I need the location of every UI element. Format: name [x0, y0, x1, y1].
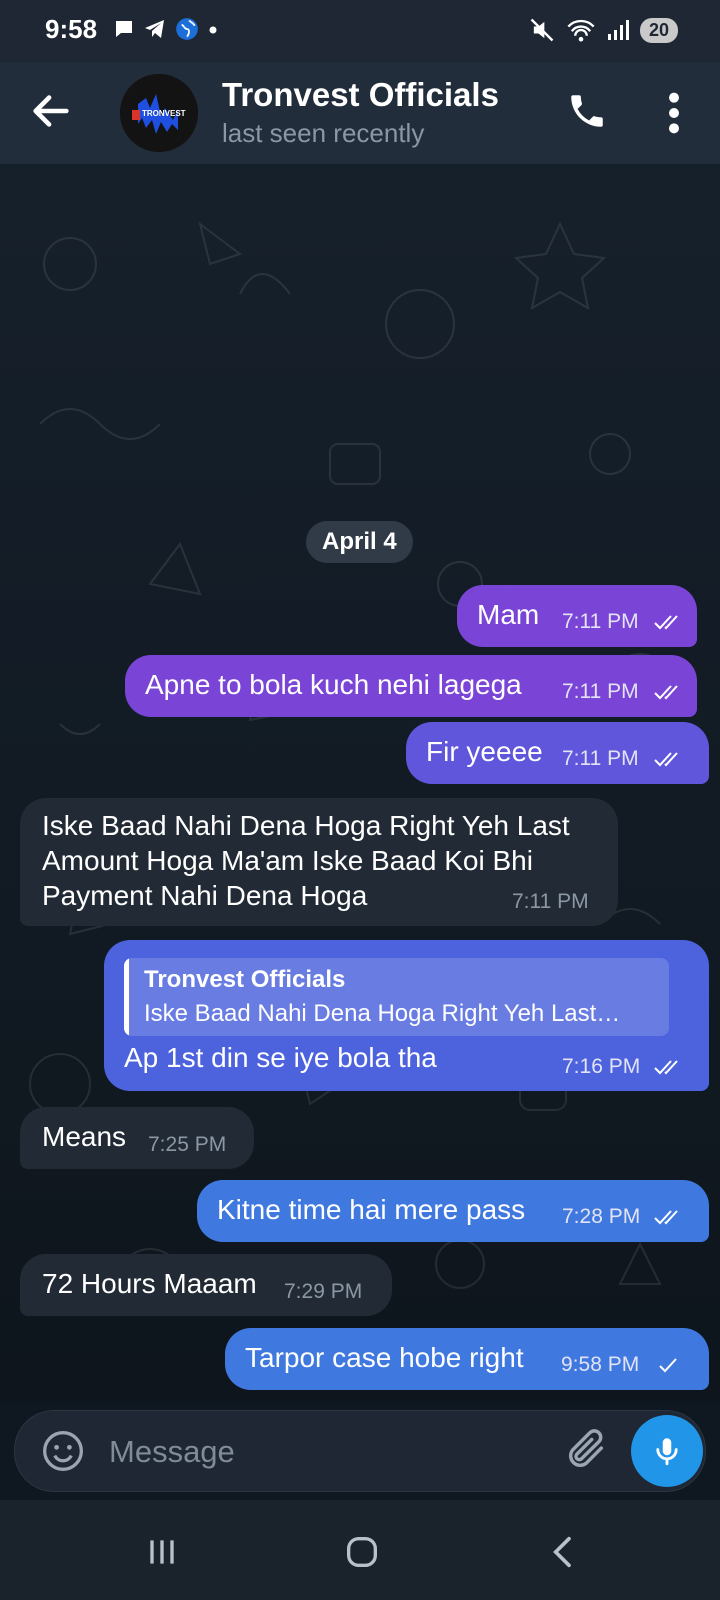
message-time: 7:29 PM [284, 1280, 363, 1303]
outgoing-message[interactable]: Apne to bola kuch nehi lagega 7:11 PM [125, 655, 697, 717]
outgoing-message[interactable]: Tarpor case hobe right 9:58 PM [225, 1328, 709, 1390]
voice-record-button[interactable] [631, 1415, 703, 1487]
globe-icon [176, 18, 198, 40]
message-text: Ap 1st din se iye bola tha [124, 1042, 437, 1073]
chat-bubble-icon [116, 21, 132, 37]
battery-indicator: 20 [640, 17, 678, 43]
more-menu-icon[interactable] [660, 90, 688, 136]
message-time: 7:11 PM [562, 747, 639, 770]
reply-accent-bar [124, 958, 129, 1036]
phone-icon[interactable] [566, 90, 608, 132]
back-arrow-icon[interactable] [28, 88, 74, 134]
message-time: 7:28 PM [562, 1205, 641, 1228]
attach-paperclip-icon[interactable] [563, 1427, 609, 1473]
message-text-line: Payment Nahi Dena Hoga [42, 880, 368, 911]
microphone-icon [656, 1438, 678, 1466]
status-bar: 9:58 20 [0, 0, 720, 62]
chat-title[interactable]: Tronvest Officials [222, 76, 499, 114]
status-time: 9:58 [45, 14, 98, 44]
outgoing-message[interactable]: Kitne time hai mere pass 7:28 PM [197, 1180, 709, 1242]
telegram-icon [145, 20, 164, 38]
read-receipt-icon [654, 1060, 678, 1075]
wifi-icon [567, 19, 595, 42]
system-navigation-bar [0, 1500, 720, 1600]
message-text: Fir yeeee [426, 736, 543, 767]
read-receipt-icon [654, 615, 678, 630]
message-time: 9:58 PM [561, 1353, 640, 1376]
last-seen-status: last seen recently [222, 118, 425, 148]
message-text: Apne to bola kuch nehi lagega [145, 669, 522, 700]
incoming-message[interactable]: 72 Hours Maaam 7:29 PM [20, 1254, 392, 1316]
reply-sender: Tronvest Officials [144, 966, 346, 993]
signal-icon [608, 20, 629, 40]
incoming-message[interactable]: Iske Baad Nahi Dena Hoga Right Yeh Last … [20, 798, 618, 926]
mute-icon [530, 18, 554, 42]
date-separator: April 4 [306, 521, 413, 563]
message-text: 72 Hours Maaam [42, 1268, 257, 1299]
message-time: 7:25 PM [148, 1133, 227, 1156]
reply-quoted-text: Iske Baad Nahi Dena Hoga Right Yeh Last… [144, 1000, 621, 1027]
system-icons: 20 [528, 16, 678, 44]
message-text-line: Iske Baad Nahi Dena Hoga Right Yeh Last [42, 810, 570, 841]
recent-apps-icon[interactable] [142, 1532, 182, 1572]
date-separator-label: April 4 [322, 528, 397, 555]
notification-icons [112, 16, 220, 42]
reply-preview[interactable]: Tronvest Officials Iske Baad Nahi Dena H… [124, 958, 669, 1036]
incoming-message[interactable]: Means 7:25 PM [20, 1107, 254, 1169]
read-receipt-icon [654, 1210, 678, 1225]
message-text: Means [42, 1121, 127, 1152]
message-time: 7:11 PM [512, 890, 589, 913]
avatar-text: TRONVEST [142, 109, 186, 118]
message-text: Mam [477, 599, 540, 630]
message-input[interactable] [107, 1425, 541, 1479]
message-time: 7:16 PM [562, 1055, 641, 1078]
message-text-line: Amount Hoga Ma'am Iske Baad Koi Bhi [42, 845, 533, 876]
dot-icon [209, 26, 217, 34]
read-receipt-icon [654, 752, 678, 767]
chat-header: TRONVEST Tronvest Officials last seen re… [0, 62, 720, 164]
sent-check-icon [659, 1358, 677, 1373]
avatar[interactable]: TRONVEST [120, 74, 198, 152]
message-time: 7:11 PM [562, 610, 639, 633]
message-composer [14, 1410, 706, 1492]
message-text: Kitne time hai mere pass [217, 1194, 526, 1225]
tronvest-logo: TRONVEST [120, 74, 198, 152]
outgoing-message[interactable]: Fir yeeee 7:11 PM [406, 722, 709, 784]
outgoing-message[interactable]: Mam 7:11 PM [457, 585, 697, 647]
message-list[interactable]: April 4 Mam 7:11 PM Apne to bola kuch ne… [0, 164, 720, 1404]
home-icon[interactable] [342, 1532, 382, 1572]
message-time: 7:11 PM [562, 680, 639, 703]
nav-back-icon[interactable] [544, 1532, 584, 1572]
outgoing-reply-message[interactable]: Tronvest Officials Iske Baad Nahi Dena H… [104, 940, 709, 1091]
message-text: Tarpor case hobe right [245, 1342, 524, 1373]
emoji-icon[interactable] [41, 1429, 85, 1473]
read-receipt-icon [654, 685, 678, 700]
